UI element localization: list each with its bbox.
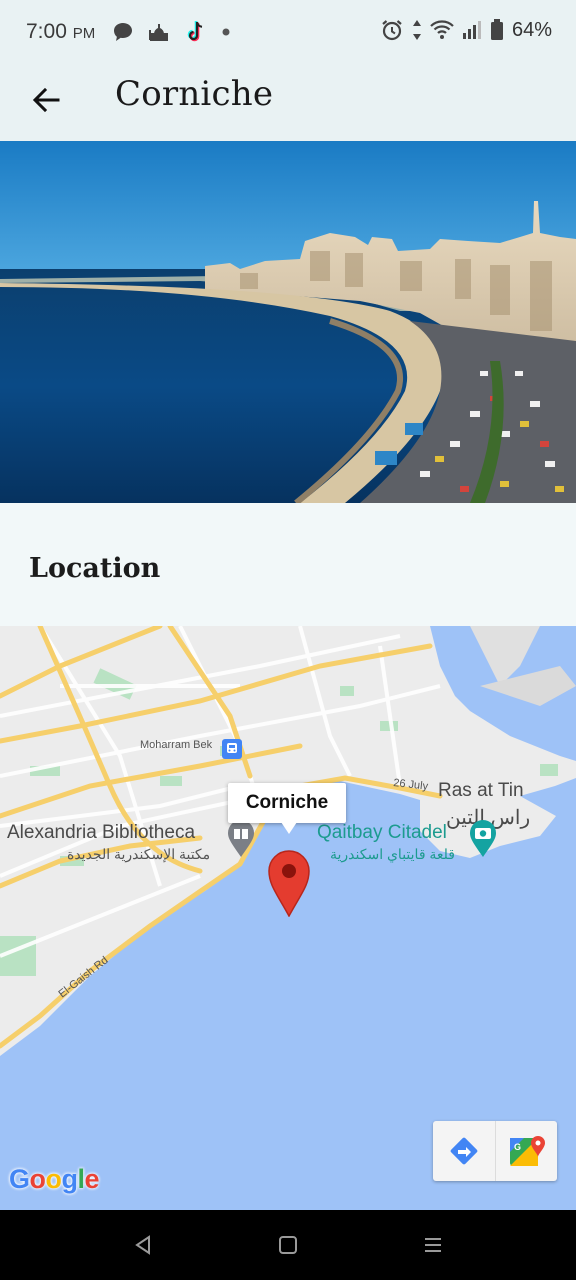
map-view[interactable]: 26 July El-Gaish Rd Moharram Bek Ras at … (0, 626, 576, 1210)
signal-icon (462, 21, 481, 39)
data-arrows-icon (412, 20, 421, 40)
map-toolbar: G (433, 1121, 557, 1181)
google-logo-letter: e (84, 1164, 100, 1194)
nav-home-button[interactable] (273, 1230, 303, 1260)
location-marker-icon[interactable] (267, 849, 311, 922)
camera-poi-icon[interactable] (468, 820, 498, 863)
metro-station-icon[interactable] (222, 739, 242, 759)
wifi-icon (430, 20, 454, 39)
system-nav-bar (0, 1210, 576, 1280)
library-poi-icon[interactable] (226, 820, 256, 863)
location-heading: Location (29, 553, 161, 584)
status-time-ampm: PM (72, 25, 96, 42)
status-time-value: 7:00 (26, 20, 67, 43)
label-moharram-bek: Moharram Bek (140, 739, 213, 751)
google-logo-letter: o (45, 1164, 63, 1194)
battery-percent: 64% (511, 18, 552, 41)
notification-icons (112, 20, 232, 44)
nav-recents-button[interactable] (418, 1230, 448, 1260)
label-ras-at-tin: Ras at Tin (438, 780, 524, 801)
google-logo: Google (9, 1164, 100, 1195)
label-alexandria-bibliotheca-ar: مكتبة الإسكندرية الجديدة (67, 846, 211, 862)
status-bar: 7:00 PM 64% (0, 0, 576, 64)
hero-image (0, 141, 576, 503)
chat-bubble-icon (114, 23, 132, 41)
back-button[interactable] (24, 78, 68, 122)
nav-back-button[interactable] (128, 1230, 158, 1260)
label-alexandria-bibliotheca: Alexandria Bibliotheca (7, 822, 196, 843)
google-maps-icon: G (509, 1136, 545, 1166)
marker-info-window[interactable]: Corniche (228, 783, 346, 823)
nav-recents-icon (425, 1238, 441, 1252)
directions-icon (450, 1137, 478, 1165)
svg-text:G: G (514, 1142, 521, 1152)
battery-icon (490, 19, 503, 40)
google-logo-letter: l (77, 1164, 86, 1194)
label-qaitbay-citadel-ar: قلعة قايتباي اسكندرية (330, 846, 455, 862)
arrow-back-icon (32, 87, 60, 113)
tiktok-icon (187, 21, 203, 42)
app-bar: Corniche (0, 64, 576, 141)
info-window-tail (281, 822, 297, 834)
google-logo-letter: G (9, 1164, 30, 1194)
dot-icon (222, 28, 230, 36)
status-time: 7:00 PM (26, 20, 95, 44)
page-title: Corniche (115, 74, 274, 114)
system-icons: 64% (380, 18, 552, 42)
nav-back-icon (135, 1235, 150, 1255)
mosque-icon (149, 24, 168, 41)
open-maps-button[interactable]: G (495, 1121, 557, 1181)
label-qaitbay-citadel: Qaitbay Citadel (317, 822, 447, 843)
nav-home-icon (279, 1236, 297, 1254)
directions-button[interactable] (433, 1121, 495, 1181)
google-logo-letter: g (61, 1164, 79, 1194)
corniche-photo (0, 141, 576, 503)
alarm-icon (382, 20, 402, 41)
google-logo-letter: o (29, 1164, 47, 1194)
